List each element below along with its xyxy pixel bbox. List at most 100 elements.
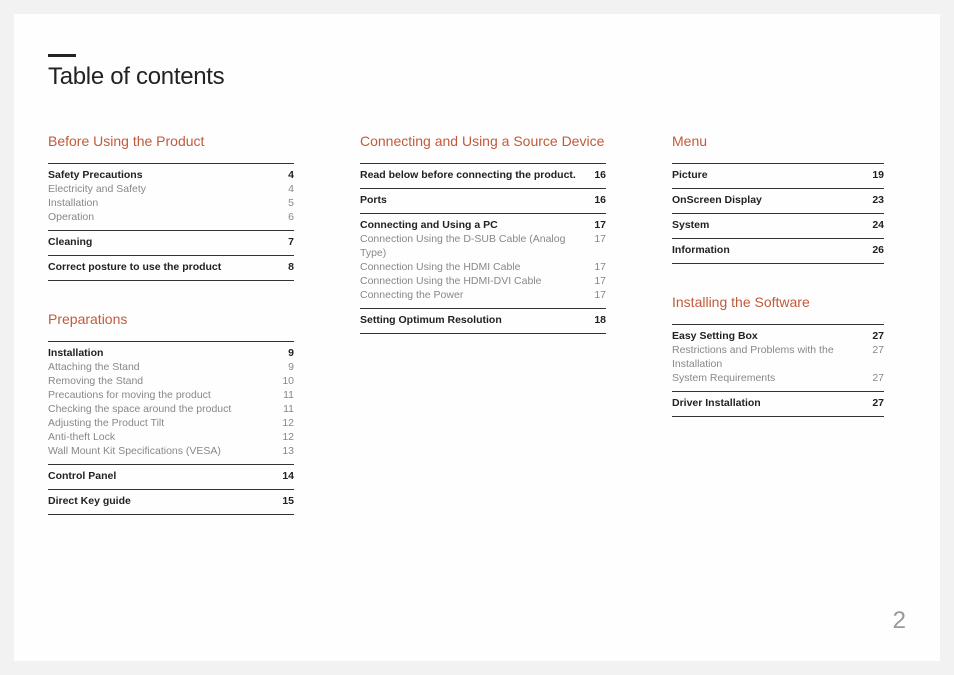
toc-entry[interactable]: Precautions for moving the product11 [48, 388, 294, 402]
toc-group: Setting Optimum Resolution18 [360, 308, 606, 334]
toc-entry-page: 17 [588, 232, 606, 246]
toc-entry[interactable]: Connecting and Using a PC17 [360, 218, 606, 232]
toc-group: System24 [672, 213, 884, 238]
toc-entry-label: Checking the space around the product [48, 402, 276, 416]
toc-entry-page: 16 [588, 193, 606, 207]
toc-section-heading: Preparations [48, 311, 294, 327]
toc-entry[interactable]: Electricity and Safety4 [48, 182, 294, 196]
toc-group: Direct Key guide15 [48, 489, 294, 515]
toc-entry-page: 26 [866, 243, 884, 257]
toc-entry[interactable]: Attaching the Stand9 [48, 360, 294, 374]
toc-section: Preparations Installation9Attaching the S… [48, 311, 294, 515]
toc-entry[interactable]: Restrictions and Problems with the Insta… [672, 343, 884, 371]
toc-entry-label: Picture [672, 168, 866, 182]
toc-entry[interactable]: Removing the Stand10 [48, 374, 294, 388]
toc-entry-label: Adjusting the Product Tilt [48, 416, 276, 430]
toc-section: Connecting and Using a Source Device Read… [360, 133, 606, 334]
toc-entry-label: System Requirements [672, 371, 866, 385]
toc-columns: Before Using the Product Safety Precautio… [48, 133, 906, 545]
title-rule [48, 54, 76, 57]
toc-entry-label: Installation [48, 346, 276, 360]
toc-entry-page: 12 [276, 430, 294, 444]
toc-entry[interactable]: Read below before connecting the product… [360, 168, 606, 182]
toc-entry-page: 27 [866, 329, 884, 343]
toc-entry[interactable]: System24 [672, 218, 884, 232]
toc-group: Control Panel14 [48, 464, 294, 489]
toc-section-heading: Connecting and Using a Source Device [360, 133, 606, 149]
toc-group: Easy Setting Box27Restrictions and Probl… [672, 324, 884, 391]
toc-entry[interactable]: Checking the space around the product11 [48, 402, 294, 416]
toc-entry-page: 8 [276, 260, 294, 274]
toc-section: Menu Picture19 OnScreen Display23 System24 I… [672, 133, 884, 264]
toc-entry[interactable]: Ports16 [360, 193, 606, 207]
toc-group: Picture19 [672, 163, 884, 188]
toc-group: Cleaning7 [48, 230, 294, 255]
toc-entry-page: 6 [276, 210, 294, 224]
toc-entry-page: 19 [866, 168, 884, 182]
toc-entry-label: Read below before connecting the product… [360, 168, 588, 182]
toc-entry-page: 5 [276, 196, 294, 210]
toc-entry[interactable]: Connection Using the HDMI-DVI Cable17 [360, 274, 606, 288]
toc-entry-page: 4 [276, 168, 294, 182]
toc-entry[interactable]: Setting Optimum Resolution18 [360, 313, 606, 327]
toc-entry[interactable]: Anti-theft Lock12 [48, 430, 294, 444]
toc-entry[interactable]: Connection Using the D-SUB Cable (Analog… [360, 232, 606, 260]
toc-section: Installing the SoftwareEasy Setting Box2… [672, 294, 884, 417]
toc-entry-page: 15 [276, 494, 294, 508]
toc-entry-label: OnScreen Display [672, 193, 866, 207]
toc-entry[interactable]: Installation5 [48, 196, 294, 210]
toc-group: Information26 [672, 238, 884, 264]
toc-entry-label: Electricity and Safety [48, 182, 276, 196]
toc-entry[interactable]: Information26 [672, 243, 884, 257]
toc-entry[interactable]: Installation9 [48, 346, 294, 360]
toc-entry-page: 9 [276, 360, 294, 374]
toc-entry-page: 9 [276, 346, 294, 360]
toc-entry-label: Anti-theft Lock [48, 430, 276, 444]
toc-entry[interactable]: Easy Setting Box27 [672, 329, 884, 343]
toc-entry-label: Connecting and Using a PC [360, 218, 588, 232]
toc-entry[interactable]: Cleaning7 [48, 235, 294, 249]
toc-entry-label: Operation [48, 210, 276, 224]
toc-entry-page: 17 [588, 218, 606, 232]
toc-entry[interactable]: Connection Using the HDMI Cable17 [360, 260, 606, 274]
toc-entry-page: 14 [276, 469, 294, 483]
toc-entry-label: Installation [48, 196, 276, 210]
toc-section-heading: Before Using the Product [48, 133, 294, 149]
toc-entry-label: Precautions for moving the product [48, 388, 276, 402]
toc-entry-label: Connection Using the HDMI Cable [360, 260, 588, 274]
toc-entry[interactable]: Correct posture to use the product8 [48, 260, 294, 274]
toc-entry-page: 27 [866, 343, 884, 357]
toc-entry[interactable]: Operation6 [48, 210, 294, 224]
toc-column: Menu Picture19 OnScreen Display23 System24 I… [672, 133, 884, 545]
toc-entry[interactable]: Picture19 [672, 168, 884, 182]
toc-entry[interactable]: Control Panel14 [48, 469, 294, 483]
toc-entry-page: 17 [588, 274, 606, 288]
toc-entry[interactable]: Safety Precautions4 [48, 168, 294, 182]
toc-entry-label: Direct Key guide [48, 494, 276, 508]
toc-entry[interactable]: Adjusting the Product Tilt12 [48, 416, 294, 430]
toc-entry[interactable]: Direct Key guide15 [48, 494, 294, 508]
toc-group: OnScreen Display23 [672, 188, 884, 213]
toc-entry[interactable]: System Requirements27 [672, 371, 884, 385]
toc-entry-page: 27 [866, 396, 884, 410]
page: Table of contents Before Using the Produ… [14, 14, 940, 661]
toc-entry[interactable]: Wall Mount Kit Specifications (VESA)13 [48, 444, 294, 458]
toc-entry[interactable]: Driver Installation27 [672, 396, 884, 410]
toc-group: Safety Precautions4Electricity and Safet… [48, 163, 294, 230]
toc-entry-page: 11 [276, 402, 294, 416]
toc-entry-label: Wall Mount Kit Specifications (VESA) [48, 444, 276, 458]
toc-entry-page: 4 [276, 182, 294, 196]
toc-entry-label: Connection Using the D-SUB Cable (Analog… [360, 232, 588, 260]
toc-section-heading: Menu [672, 133, 884, 149]
toc-entry-label: Correct posture to use the product [48, 260, 276, 274]
toc-entry-label: Safety Precautions [48, 168, 276, 182]
toc-entry[interactable]: OnScreen Display23 [672, 193, 884, 207]
toc-entry-label: Ports [360, 193, 588, 207]
toc-column: Connecting and Using a Source Device Read… [360, 133, 606, 545]
toc-group: Ports16 [360, 188, 606, 213]
toc-entry-label: System [672, 218, 866, 232]
page-title: Table of contents [48, 63, 906, 91]
toc-group: Correct posture to use the product8 [48, 255, 294, 281]
toc-entry[interactable]: Connecting the Power17 [360, 288, 606, 302]
toc-entry-page: 13 [276, 444, 294, 458]
